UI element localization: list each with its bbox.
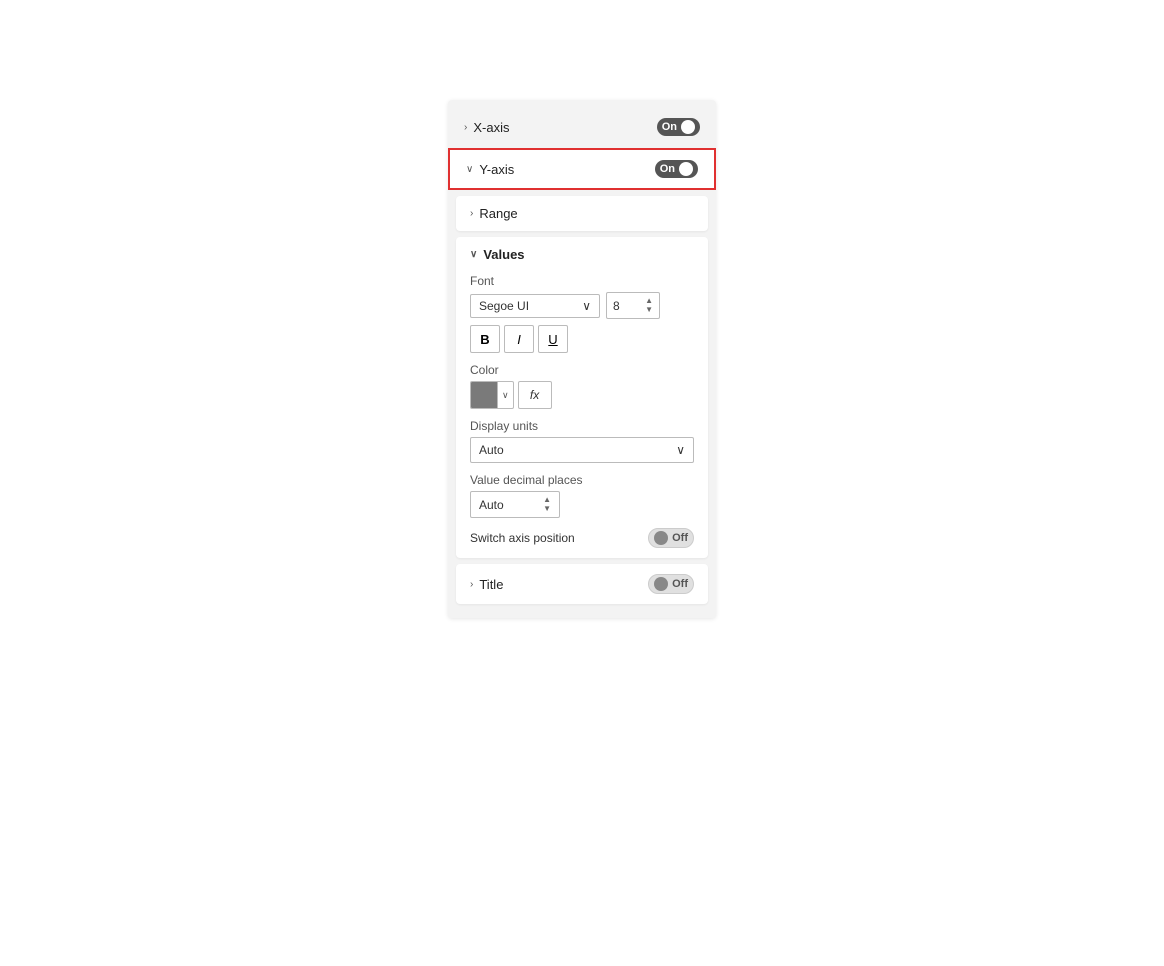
title-chevron-right-icon: › bbox=[470, 579, 473, 590]
values-section: ∨ Values Font Segoe UI ∨ 8 ▲ ▼ B I U bbox=[456, 237, 708, 558]
color-row: ∨ fx bbox=[470, 381, 694, 409]
title-section: › Title Off bbox=[456, 564, 708, 604]
range-section: › Range bbox=[456, 196, 708, 231]
decimal-spinner: ▲ ▼ bbox=[543, 496, 551, 513]
xaxis-toggle[interactable]: On bbox=[657, 118, 700, 136]
color-swatch-button[interactable]: ∨ bbox=[470, 381, 514, 409]
decimal-down-icon[interactable]: ▼ bbox=[543, 505, 551, 513]
color-swatch bbox=[471, 382, 497, 408]
range-label: › Range bbox=[470, 206, 518, 221]
format-panel: › X-axis On ∨ Y-axis On › Range ∨ bbox=[448, 100, 716, 618]
yaxis-chevron-down-icon: ∨ bbox=[466, 164, 473, 175]
range-chevron-right-icon: › bbox=[470, 208, 473, 219]
title-toggle-circle bbox=[654, 577, 668, 591]
yaxis-toggle-circle bbox=[679, 162, 693, 176]
font-size-up-icon[interactable]: ▲ bbox=[645, 297, 653, 305]
xaxis-toggle-circle bbox=[681, 120, 695, 134]
yaxis-label: ∨ Y-axis bbox=[466, 162, 514, 177]
italic-button[interactable]: I bbox=[504, 325, 534, 353]
font-dropdown-icon: ∨ bbox=[582, 299, 591, 313]
font-label: Font bbox=[470, 274, 694, 288]
title-label: › Title bbox=[470, 577, 503, 592]
color-label: Color bbox=[470, 363, 694, 377]
font-size-spinner: ▲ ▼ bbox=[645, 297, 653, 314]
display-units-dropdown-icon: ∨ bbox=[676, 443, 685, 457]
xaxis-label: › X-axis bbox=[464, 120, 509, 135]
yaxis-toggle[interactable]: On bbox=[655, 160, 698, 178]
bold-button[interactable]: B bbox=[470, 325, 500, 353]
font-row: Segoe UI ∨ 8 ▲ ▼ bbox=[470, 292, 694, 319]
yaxis-section[interactable]: ∨ Y-axis On bbox=[448, 148, 716, 190]
title-toggle[interactable]: Off bbox=[648, 574, 694, 594]
switch-axis-row: Switch axis position Off bbox=[470, 528, 694, 548]
decimal-places-input[interactable]: Auto ▲ ▼ bbox=[470, 491, 560, 518]
font-size-input[interactable]: 8 ▲ ▼ bbox=[606, 292, 660, 319]
color-dropdown-icon: ∨ bbox=[497, 382, 513, 408]
values-title[interactable]: ∨ Values bbox=[470, 247, 694, 262]
values-chevron-down-icon: ∨ bbox=[470, 249, 477, 260]
switch-axis-label: Switch axis position bbox=[470, 531, 575, 545]
font-family-select[interactable]: Segoe UI ∨ bbox=[470, 294, 600, 318]
format-buttons: B I U bbox=[470, 325, 694, 353]
display-units-select[interactable]: Auto ∨ bbox=[470, 437, 694, 463]
xaxis-section[interactable]: › X-axis On bbox=[448, 108, 716, 146]
range-row[interactable]: › Range bbox=[456, 196, 708, 231]
switch-axis-toggle[interactable]: Off bbox=[648, 528, 694, 548]
xaxis-chevron-right-icon: › bbox=[464, 122, 467, 133]
decimal-places-label: Value decimal places bbox=[470, 473, 694, 487]
display-units-label: Display units bbox=[470, 419, 694, 433]
title-row[interactable]: › Title Off bbox=[456, 564, 708, 604]
fx-button[interactable]: fx bbox=[518, 381, 552, 409]
decimal-up-icon[interactable]: ▲ bbox=[543, 496, 551, 504]
underline-button[interactable]: U bbox=[538, 325, 568, 353]
switch-axis-toggle-circle bbox=[654, 531, 668, 545]
font-size-down-icon[interactable]: ▼ bbox=[645, 306, 653, 314]
